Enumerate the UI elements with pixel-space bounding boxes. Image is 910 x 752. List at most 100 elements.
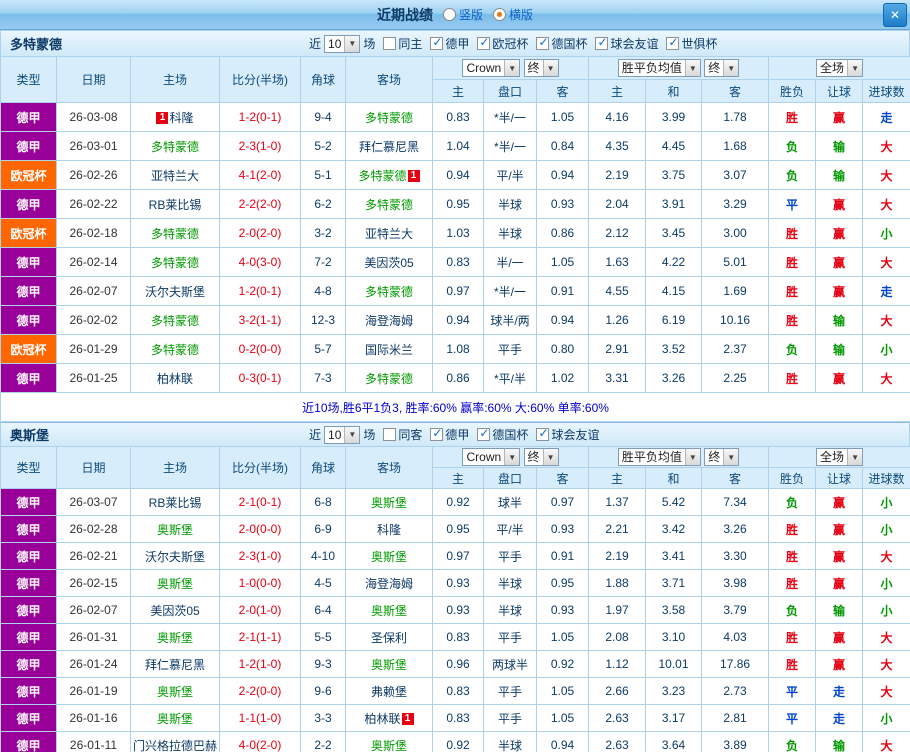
avg-away: 1.69 xyxy=(701,276,770,306)
match-row: 德甲 26-02-15 奥斯堡 1-0(0-0) 4-5 海登海姆 0.93 半球 0.95 1.… xyxy=(0,569,910,597)
col-score: 比分(半场) xyxy=(219,56,301,103)
avg-odds-select[interactable]: 胜平负均值 ▼ xyxy=(617,448,701,466)
layout-vertical-radio[interactable]: 竖版 xyxy=(442,6,483,23)
match-row: 欧冠杯 26-01-29 多特蒙德 0-2(0-0) 5-7 国际米兰 1.08 平手 0.80… xyxy=(0,334,910,364)
handicap: 平手 xyxy=(483,704,537,732)
handicap-result: 赢 xyxy=(815,542,864,570)
away-team: 美因茨05 xyxy=(345,247,433,277)
filter-bar: 近10▼场同主德甲欧冠杯德国杯球会友谊世俱杯 xyxy=(309,31,720,56)
corners: 3-2 xyxy=(300,218,346,248)
handicap: *平/半 xyxy=(483,363,537,393)
layout-horizontal-radio[interactable]: 横版 xyxy=(493,6,533,23)
league-filter-checkbox[interactable]: 世俱杯 xyxy=(666,35,717,52)
league-badge: 德甲 xyxy=(0,569,57,597)
match-row: 德甲 26-02-21 沃尔夫斯堡 2-3(1-0) 4-10 奥斯堡 0.97 平手 0.91… xyxy=(0,542,910,570)
match-scope-select[interactable]: 全场 ▼ xyxy=(816,448,864,466)
avg-home: 2.19 xyxy=(588,160,647,190)
home-team: 奥斯堡 xyxy=(130,677,220,705)
match-date: 26-02-02 xyxy=(56,305,131,335)
avg-home: 2.08 xyxy=(588,623,647,651)
corners: 4-8 xyxy=(300,276,346,306)
score: 2-1(0-1) xyxy=(219,488,301,516)
avg-draw: 3.58 xyxy=(645,596,703,624)
league-filter-checkbox[interactable]: 球会友谊 xyxy=(595,35,658,52)
league-badge: 德甲 xyxy=(0,189,57,219)
odds-final-select[interactable]: 终 ▼ xyxy=(523,448,559,466)
home-team: 奥斯堡 xyxy=(130,569,220,597)
radio-unselected-icon xyxy=(442,8,456,21)
score: 1-2(0-1) xyxy=(219,276,301,306)
avg-draw: 3.17 xyxy=(645,704,703,732)
league-badge: 德甲 xyxy=(0,247,57,277)
avg-draw: 5.42 xyxy=(645,488,703,516)
avg-final-select[interactable]: 终 ▼ xyxy=(704,448,740,466)
odds-home: 0.93 xyxy=(432,596,484,624)
result: 负 xyxy=(768,160,817,190)
odds-home: 0.97 xyxy=(432,276,484,306)
handicap-result: 赢 xyxy=(815,189,864,219)
same-venue-checkbox[interactable]: 同主 xyxy=(383,35,422,52)
result: 胜 xyxy=(768,542,817,570)
avg-group-header: 胜平负均值 ▼ 终 ▼ xyxy=(588,56,770,80)
handicap: 两球半 xyxy=(483,650,537,678)
league-filter-checkbox[interactable]: 德甲 xyxy=(430,426,469,443)
titlebar: 近期战绩 竖版 横版 ✕ xyxy=(0,0,910,30)
avg-draw: 4.22 xyxy=(645,247,703,277)
handicap: *半/一 xyxy=(483,102,537,132)
league-filter-checkbox[interactable]: 欧冠杯 xyxy=(477,35,528,52)
league-filter-checkbox[interactable]: 德国杯 xyxy=(477,426,528,443)
close-button[interactable]: ✕ xyxy=(883,3,907,27)
sub-col-avg-away: 客 xyxy=(701,79,770,103)
section-header: 奥斯堡 近10▼场同客德甲德国杯球会友谊 xyxy=(0,422,910,446)
result: 负 xyxy=(768,334,817,364)
handicap-result: 输 xyxy=(815,596,864,624)
corners: 6-8 xyxy=(300,488,346,516)
checkbox-icon xyxy=(383,428,397,441)
checkbox-icon xyxy=(383,37,397,50)
league-filter-checkbox[interactable]: 球会友谊 xyxy=(536,426,599,443)
sub-col-result: 胜负 xyxy=(768,467,817,489)
chevron-down-icon: ▼ xyxy=(344,426,360,443)
odds-company-select[interactable]: Crown ▼ xyxy=(462,59,521,77)
table-header-row: 类型 日期 主场 比分(半场) 角球 客场 Crown ▼ 终 ▼ 胜平负均值 ▼ 终 ▼ 全场 ▼ xyxy=(0,56,910,103)
avg-final-select[interactable]: 终 ▼ xyxy=(704,59,740,77)
avg-home: 2.66 xyxy=(588,677,647,705)
match-row: 德甲 26-01-19 奥斯堡 2-2(0-0) 9-6 弗赖堡 0.83 平手 1.05 2.6… xyxy=(0,677,910,705)
red-card-badge: 1 xyxy=(401,712,414,725)
away-team: 奥斯堡 xyxy=(345,542,433,570)
odds-away: 0.84 xyxy=(535,131,590,161)
odds-company-select[interactable]: Crown ▼ xyxy=(462,448,521,466)
match-date: 26-02-18 xyxy=(56,218,131,248)
games-count-select[interactable]: 10 ▼ xyxy=(324,34,361,53)
result: 胜 xyxy=(768,276,817,306)
league-filter-checkbox[interactable]: 德甲 xyxy=(430,35,469,52)
score: 2-2(2-0) xyxy=(219,189,301,219)
match-scope-select[interactable]: 全场 ▼ xyxy=(816,59,864,77)
corners: 9-6 xyxy=(300,677,346,705)
odds-home: 1.08 xyxy=(432,334,484,364)
same-venue-checkbox[interactable]: 同客 xyxy=(383,426,422,443)
avg-draw: 3.41 xyxy=(645,542,703,570)
league-filter-checkbox[interactable]: 德国杯 xyxy=(536,35,587,52)
handicap-result: 赢 xyxy=(815,650,864,678)
avg-home: 1.37 xyxy=(588,488,647,516)
near-label: 近 xyxy=(309,428,322,442)
avg-draw: 6.19 xyxy=(645,305,703,335)
sub-col-result: 胜负 xyxy=(768,79,817,103)
team-section-1: 奥斯堡近10▼场同客德甲德国杯球会友谊类型日期主场比分(半场)角球客场Crown… xyxy=(0,422,910,752)
score: 4-0(2-0) xyxy=(219,731,301,752)
goals-result: 大 xyxy=(862,131,910,161)
match-row: 欧冠杯 26-02-18 多特蒙德 2-0(2-0) 3-2 亚特兰大 1.03 半球 0.86… xyxy=(0,218,910,248)
handicap: 平/半 xyxy=(483,160,537,190)
avg-odds-select[interactable]: 胜平负均值 ▼ xyxy=(617,59,701,77)
avg-home: 3.31 xyxy=(588,363,647,393)
chevron-down-icon: ▼ xyxy=(504,449,520,465)
handicap: 平手 xyxy=(483,623,537,651)
odds-away: 0.93 xyxy=(535,515,590,543)
games-count-select[interactable]: 10 ▼ xyxy=(324,425,361,444)
handicap: 平/半 xyxy=(483,515,537,543)
handicap: 平手 xyxy=(483,677,537,705)
league-badge: 德甲 xyxy=(0,623,57,651)
league-badge: 德甲 xyxy=(0,704,57,732)
odds-final-select[interactable]: 终 ▼ xyxy=(523,59,559,77)
